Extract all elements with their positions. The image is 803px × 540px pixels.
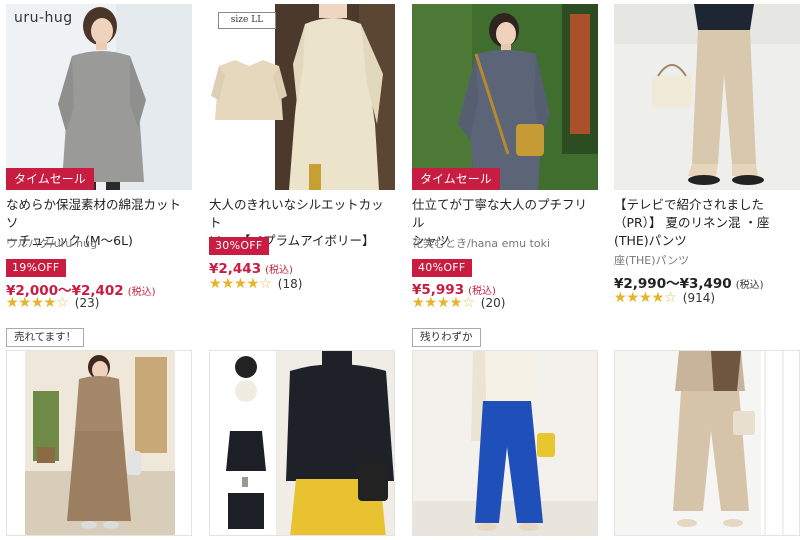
rating-row: ☆☆☆☆☆★★★★★ (23) bbox=[6, 296, 99, 310]
review-count[interactable]: (914) bbox=[683, 291, 715, 305]
price-row: ¥2,443 (税込) bbox=[209, 258, 293, 277]
product-image-1[interactable]: uru-hug タイムセール bbox=[6, 4, 192, 190]
rating-stars: ☆☆☆☆☆★★★★★ bbox=[412, 296, 475, 310]
product-title-line[interactable]: (THE)パンツ bbox=[614, 232, 769, 250]
star-filled-icon: ★★★★★ bbox=[6, 296, 57, 310]
review-count[interactable]: (23) bbox=[75, 296, 100, 310]
discount-badge: 30%OFF bbox=[209, 237, 269, 255]
price: ¥2,443 bbox=[209, 261, 262, 277]
low-stock-badge: 残りわずか bbox=[412, 328, 481, 347]
product-image-8[interactable] bbox=[614, 350, 800, 536]
product-image-5[interactable] bbox=[6, 350, 192, 536]
price-row: ¥2,990～¥3,490 (税込) bbox=[614, 272, 764, 292]
time-sale-ribbon: タイムセール bbox=[412, 168, 500, 190]
rating-row: ☆☆☆☆☆★★★★★ (20) bbox=[412, 296, 505, 310]
best-seller-badge: 売れてます！ bbox=[6, 328, 85, 347]
product-card-2[interactable]: size LL 大人のきれいなシルエットカット ソー 【ペプラムアイボリー】 3… bbox=[209, 4, 395, 324]
brand-name[interactable]: 座(THE)パンツ bbox=[614, 252, 689, 268]
product-title-line[interactable]: （PR）】 夏のリネン混 ・座 bbox=[614, 214, 769, 232]
rating-row: ☆☆☆☆☆★★★★★ (914) bbox=[614, 291, 715, 305]
rating-stars: ☆☆☆☆☆★★★★★ bbox=[614, 291, 677, 305]
review-count[interactable]: (20) bbox=[481, 296, 506, 310]
discount-badge: 40%OFF bbox=[412, 259, 472, 277]
product-title-line[interactable]: なめらか保湿素材の綿混カットソ bbox=[6, 196, 192, 232]
rating-row: ☆☆☆☆☆★★★★★ (18) bbox=[209, 277, 302, 291]
image-brand-label: uru-hug bbox=[14, 10, 73, 26]
product-image-6[interactable] bbox=[209, 350, 395, 536]
time-sale-ribbon: タイムセール bbox=[6, 168, 94, 190]
product-title[interactable]: 【テレビで紹介されました （PR）】 夏のリネン混 ・座 (THE)パンツ bbox=[614, 196, 769, 250]
brand-name[interactable]: 花笑むとき/hana emu toki bbox=[412, 235, 550, 251]
star-filled-icon: ★★★★★ bbox=[614, 291, 665, 305]
product-card-1[interactable]: uru-hug タイムセール なめらか保湿素材の綿混カットソ ーチュニック (M… bbox=[6, 4, 192, 324]
size-tag: size LL bbox=[218, 12, 276, 29]
rating-stars: ☆☆☆☆☆★★★★★ bbox=[6, 296, 69, 310]
product-image-2[interactable]: size LL bbox=[209, 4, 395, 190]
brand-name[interactable]: ウルハグ/uru-hug bbox=[6, 235, 97, 251]
product-card-6[interactable] bbox=[209, 350, 395, 536]
product-card-4[interactable]: 【テレビで紹介されました （PR）】 夏のリネン混 ・座 (THE)パンツ 座(… bbox=[614, 4, 800, 324]
tax-label: (税込) bbox=[735, 280, 764, 291]
product-image-4[interactable] bbox=[614, 4, 800, 190]
tax-label: (税込) bbox=[265, 265, 293, 276]
product-card-3[interactable]: タイムセール 仕立てが丁寧な大人のプチフリル シャツ 花笑むとき/hana em… bbox=[412, 4, 598, 324]
product-card-8[interactable] bbox=[614, 350, 800, 536]
product-card-5[interactable] bbox=[6, 350, 192, 536]
discount-badge: 19%OFF bbox=[6, 259, 66, 277]
star-filled-icon: ★★★★★ bbox=[412, 296, 463, 310]
product-title-line[interactable]: 【テレビで紹介されました bbox=[614, 196, 769, 214]
product-image-3[interactable]: タイムセール bbox=[412, 4, 598, 190]
review-count[interactable]: (18) bbox=[278, 277, 303, 291]
rating-stars: ☆☆☆☆☆★★★★★ bbox=[209, 277, 272, 291]
product-card-7[interactable] bbox=[412, 350, 598, 536]
star-filled-icon: ★★★★★ bbox=[209, 277, 260, 291]
product-title-line[interactable]: 仕立てが丁寧な大人のプチフリル bbox=[412, 196, 598, 232]
product-title-line[interactable]: 大人のきれいなシルエットカット bbox=[209, 196, 395, 232]
tax-label: (税込) bbox=[127, 287, 156, 298]
product-image-7[interactable] bbox=[412, 350, 598, 536]
